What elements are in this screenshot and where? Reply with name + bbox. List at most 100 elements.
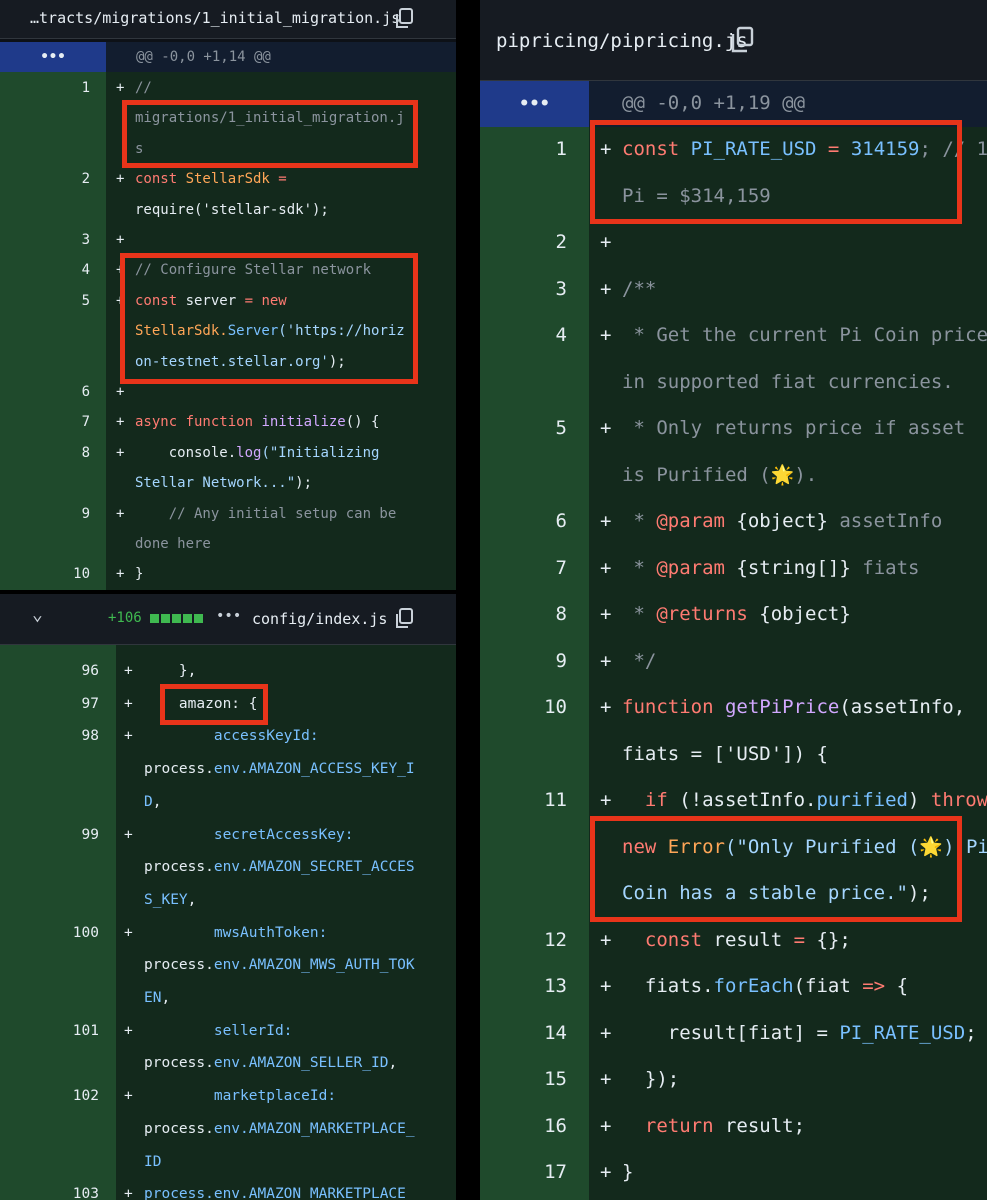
code-line: require('stellar-sdk'); bbox=[135, 195, 329, 225]
line-number[interactable]: 99 bbox=[0, 819, 99, 852]
copy-icon[interactable] bbox=[730, 26, 754, 54]
addition-marker: + bbox=[124, 695, 133, 712]
line-number[interactable]: 10 bbox=[480, 684, 567, 731]
line-number[interactable]: 8 bbox=[480, 591, 567, 638]
line-number[interactable]: 101 bbox=[0, 1015, 99, 1048]
addition-marker: + bbox=[124, 826, 133, 843]
code-token: accessKeyId: bbox=[144, 728, 319, 745]
code-token: process. bbox=[144, 859, 214, 876]
line-number[interactable]: 96 bbox=[0, 655, 99, 688]
expand-hunk-button[interactable]: ••• bbox=[0, 42, 106, 72]
code-token: env bbox=[213, 957, 241, 974]
addition-marker: + bbox=[600, 510, 612, 532]
code-token: return bbox=[622, 1114, 725, 1137]
file-path[interactable]: config/index.js bbox=[252, 610, 387, 628]
code-token: require('stellar-sdk'); bbox=[135, 201, 329, 218]
hunk-range: @@ -0,0 +1,14 @@ bbox=[136, 49, 271, 65]
addition-marker: + bbox=[116, 171, 125, 188]
diff-panel-config: ⌄ +106 ••• config/index.js 96 + }, 97 + ama… bbox=[0, 594, 456, 1200]
code-token: result; bbox=[724, 1114, 806, 1137]
code-token: fiats bbox=[862, 556, 920, 579]
code-line: ID bbox=[144, 1146, 161, 1179]
chevron-down-icon[interactable]: ⌄ bbox=[32, 604, 43, 625]
panel-divider bbox=[0, 590, 456, 594]
line-number[interactable]: 98 bbox=[0, 720, 99, 753]
code-token: @param bbox=[656, 556, 737, 579]
code-line: is Purified (🌟). bbox=[622, 452, 817, 499]
code-line: D, bbox=[144, 786, 161, 819]
code-token: () { bbox=[345, 414, 380, 431]
line-number[interactable]: 4 bbox=[480, 312, 567, 359]
line-number[interactable]: 4 bbox=[0, 255, 90, 285]
line-number[interactable]: 3 bbox=[480, 266, 567, 313]
code-token: /** bbox=[622, 277, 657, 300]
addition-marker: + bbox=[116, 232, 125, 248]
line-number[interactable]: 3 bbox=[0, 225, 90, 255]
code-token: * bbox=[622, 603, 657, 625]
code-token: .AMAZON_MWS_AUTH_TOK bbox=[240, 957, 415, 974]
highlight-box bbox=[122, 100, 418, 168]
line-number[interactable]: 6 bbox=[480, 498, 567, 545]
code-token: function bbox=[622, 696, 725, 718]
line-number[interactable]: 5 bbox=[0, 286, 90, 316]
code-line: Stellar Network..."); bbox=[135, 468, 312, 498]
highlight-box bbox=[590, 120, 962, 224]
line-number[interactable]: 8 bbox=[0, 438, 90, 468]
line-number[interactable]: 10 bbox=[0, 559, 90, 589]
code-line: process.env.AMAZON_MARKETPLACE bbox=[144, 1178, 406, 1200]
copy-icon[interactable] bbox=[394, 8, 414, 30]
addition-marker: + bbox=[600, 231, 612, 253]
line-number[interactable]: 5 bbox=[480, 405, 567, 452]
code-line: return result; bbox=[622, 1196, 805, 1200]
line-number[interactable]: 13 bbox=[480, 963, 567, 1010]
line-number[interactable]: 97 bbox=[0, 688, 99, 721]
code-token: if bbox=[622, 789, 680, 811]
code-token: async function bbox=[135, 414, 262, 431]
code-token: process. bbox=[144, 761, 214, 778]
code-line: * Only returns price if asset bbox=[622, 405, 965, 452]
file-path[interactable]: …tracts/migrations/1_initial_migration.j… bbox=[30, 9, 400, 27]
code-token: , bbox=[388, 1055, 398, 1072]
code-token: getPiPrice bbox=[724, 696, 840, 718]
line-number[interactable]: 17 bbox=[480, 1149, 567, 1196]
file-path[interactable]: pipricing/pipricing.js bbox=[496, 30, 748, 52]
line-number[interactable]: 1 bbox=[480, 126, 567, 173]
line-number[interactable]: 1 bbox=[0, 73, 90, 103]
line-number[interactable]: 11 bbox=[480, 777, 567, 824]
code-token: } bbox=[622, 1161, 634, 1183]
code-token: = bbox=[793, 928, 817, 951]
line-number[interactable]: 103 bbox=[0, 1178, 99, 1200]
code-token: process. bbox=[144, 957, 214, 974]
code-token: env bbox=[213, 859, 241, 876]
expand-hunk-button[interactable]: ••• bbox=[480, 81, 589, 127]
code-token: }); bbox=[622, 1068, 680, 1090]
line-number[interactable]: 16 bbox=[480, 1103, 567, 1150]
code-line: /** bbox=[622, 266, 656, 313]
line-number[interactable]: 7 bbox=[0, 407, 90, 437]
line-number[interactable]: 2 bbox=[0, 164, 90, 194]
copy-icon[interactable] bbox=[394, 608, 414, 630]
code-line: * @param {string[]} fiats bbox=[622, 545, 919, 592]
addition-marker: + bbox=[600, 1114, 612, 1137]
line-number[interactable]: 7 bbox=[480, 545, 567, 592]
line-number[interactable]: 100 bbox=[0, 917, 99, 950]
addition-marker: + bbox=[600, 1068, 612, 1090]
line-number[interactable]: 102 bbox=[0, 1080, 99, 1113]
line-number[interactable]: 9 bbox=[480, 638, 567, 685]
code-line: process.env.AMAZON_MWS_AUTH_TOK bbox=[144, 949, 415, 982]
line-number[interactable]: 12 bbox=[480, 917, 567, 964]
line-number[interactable]: 2 bbox=[480, 219, 567, 266]
code-token: {}; bbox=[816, 928, 851, 951]
more-options-button[interactable]: ••• bbox=[216, 608, 241, 624]
code-token: in supported fiat currencies. bbox=[622, 370, 954, 393]
code-token: process. bbox=[144, 1055, 214, 1072]
line-number[interactable]: 9 bbox=[0, 499, 90, 529]
line-number[interactable]: 15 bbox=[480, 1056, 567, 1103]
line-number[interactable]: 6 bbox=[0, 377, 90, 407]
code-token: D bbox=[144, 793, 153, 810]
code-token: , bbox=[161, 990, 171, 1006]
line-number[interactable]: 18 bbox=[480, 1196, 567, 1200]
addition-marker: + bbox=[600, 556, 612, 579]
line-number[interactable]: 14 bbox=[480, 1010, 567, 1057]
code-token: result[fiat] = bbox=[622, 1021, 840, 1044]
